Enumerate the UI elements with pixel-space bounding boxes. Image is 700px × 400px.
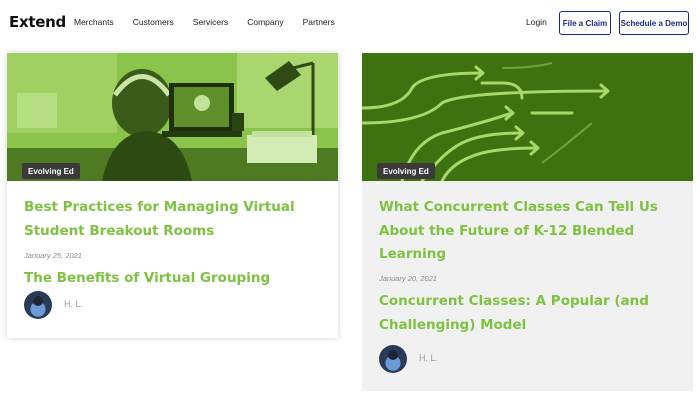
article-title-line: Student Breakout Rooms <box>24 222 215 239</box>
author-avatar <box>24 291 52 319</box>
article-subtitle-line: Concurrent Classes: A Popular (and <box>379 293 649 309</box>
article-title[interactable]: What Concurrent Classes Can Tell Us Abou… <box>379 196 679 267</box>
article-hero-image-student-laptop[interactable] <box>7 53 338 181</box>
category-badge[interactable]: Evolving Ed <box>377 163 435 179</box>
article-title[interactable]: Best Practices for Managing Virtual Stud… <box>24 196 324 243</box>
category-badge[interactable]: Evolving Ed <box>22 163 80 179</box>
article-card-breakout-rooms[interactable]: Evolving Ed Best Practices for Managing … <box>7 53 338 338</box>
extend-logo[interactable]: Extend <box>9 13 66 31</box>
author-avatar <box>379 345 407 373</box>
article-date: January 25, 2021 <box>24 251 82 260</box>
student-laptop-illustration <box>7 53 338 181</box>
nav-link-customers[interactable]: Customers <box>133 17 174 27</box>
nav-link-servicers[interactable]: Servicers <box>193 17 228 27</box>
top-nav: Extend Merchants Customers Servicers Com… <box>0 0 700 46</box>
article-title-line: About the Future of K-12 Blended <box>379 222 635 239</box>
nav-link-merchants[interactable]: Merchants <box>74 17 114 27</box>
article-subtitle[interactable]: Concurrent Classes: A Popular (and Chall… <box>379 290 684 337</box>
author-name: H. L. <box>64 299 84 309</box>
file-claim-button[interactable]: File a Claim <box>559 11 611 35</box>
article-title-line: What Concurrent Classes Can Tell Us <box>379 199 658 215</box>
login-link[interactable]: Login <box>526 17 547 27</box>
article-subtitle-line: Challenging) Model <box>379 316 527 333</box>
arrows-illustration <box>362 53 693 181</box>
nav-link-partners[interactable]: Partners <box>303 17 335 27</box>
schedule-demo-button[interactable]: Schedule a Demo <box>619 11 689 35</box>
article-title-line: Learning <box>379 246 447 262</box>
article-hero-image-arrows[interactable] <box>362 53 693 181</box>
nav-link-company[interactable]: Company <box>247 17 283 27</box>
article-subtitle[interactable]: The Benefits of Virtual Grouping <box>24 267 329 291</box>
article-title-line: Best Practices for Managing Virtual <box>24 199 295 215</box>
article-card-concurrent-classes[interactable]: Evolving Ed What Concurrent Classes Can … <box>362 53 693 391</box>
article-date: January 20, 2021 <box>379 274 437 283</box>
nav-links: Merchants Customers Servicers Company Pa… <box>74 17 354 27</box>
author-name: H. L. <box>419 353 439 363</box>
